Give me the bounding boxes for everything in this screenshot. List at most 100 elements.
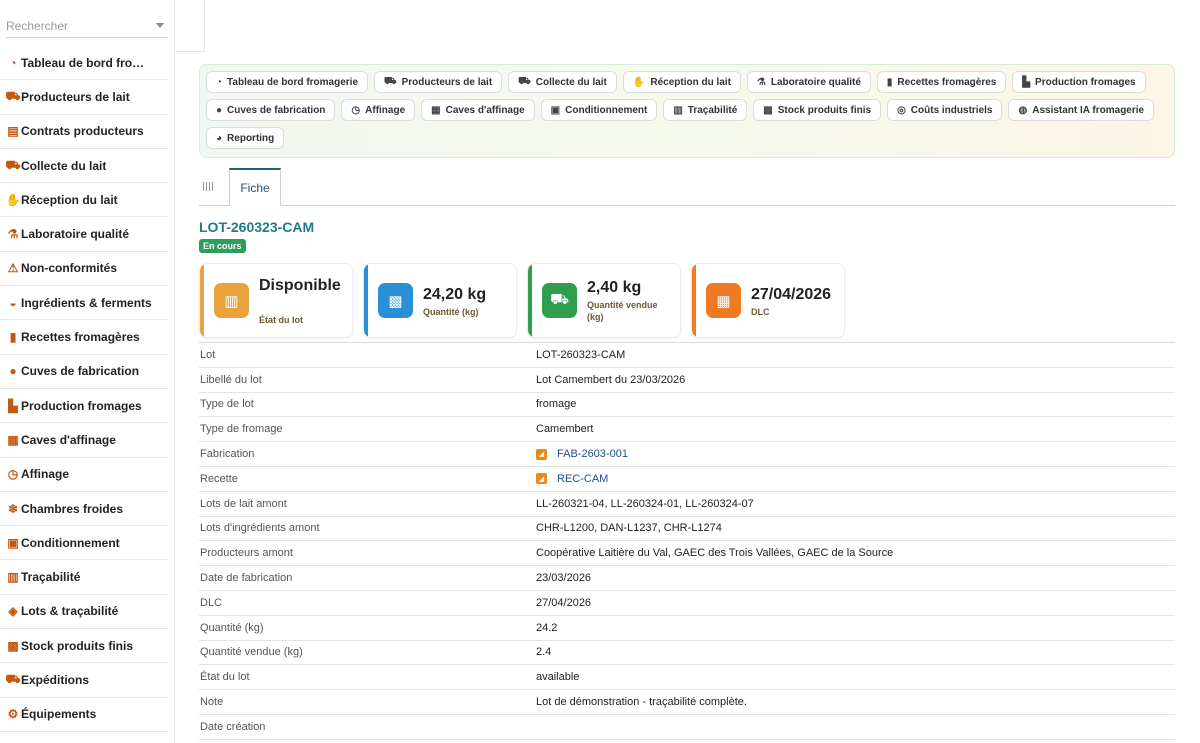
field-link[interactable]: ◢ REC-CAM xyxy=(536,473,608,485)
tab-fiche[interactable]: Fiche xyxy=(229,168,281,206)
sidebar-item[interactable]: ⛟ Producteurs de lait xyxy=(0,80,168,115)
nav-pill[interactable]: ▩ Stock produits finis xyxy=(753,99,882,121)
field-link[interactable]: ◢ FAB-2603-001 xyxy=(536,448,628,460)
drop-icon: ● xyxy=(216,104,223,116)
sidebar-item[interactable]: ⚠ Non-conformités xyxy=(0,252,168,287)
table-row: Lot LOT-260323-CAM xyxy=(199,343,1175,368)
field-label: Lot xyxy=(200,348,216,361)
snowflake-icon: ❄ xyxy=(7,501,19,516)
sidebar-item[interactable]: ◈ Lots & traçabilité xyxy=(0,595,168,630)
field-value: LOT-260323-CAM xyxy=(536,348,626,361)
list-view-icon[interactable] xyxy=(203,182,215,191)
field-label: État du lot xyxy=(200,671,250,684)
chevron-down-icon[interactable] xyxy=(156,23,164,28)
table-row: DLC 27/04/2026 xyxy=(199,591,1175,616)
field-value: CHR-L1200, DAN-L1237, CHR-L1274 xyxy=(536,522,722,535)
sidebar-item[interactable]: ❄ Chambres froides xyxy=(0,492,168,527)
nav-pill-label: Traçabilité xyxy=(687,104,738,116)
nav-pill-label: Recettes fromagères xyxy=(897,76,997,88)
sidebar-item-label: Lots & traçabilité xyxy=(21,604,119,619)
field-value: Camembert xyxy=(536,423,594,436)
field-link-text[interactable]: FAB-2603-001 xyxy=(557,448,628,460)
field-link-text[interactable]: REC-CAM xyxy=(557,473,608,485)
warehouse-icon: ▦ xyxy=(7,432,19,447)
sidebar-item[interactable]: ▦ Caves d'affinage xyxy=(0,423,168,458)
table-row: Type de lot fromage xyxy=(199,393,1175,418)
barcode-icon: ▥ xyxy=(673,104,683,116)
sidebar-item[interactable]: ▮ Recettes fromagères xyxy=(0,320,168,355)
field-label: Note xyxy=(200,696,224,709)
nav-pill-label: Coûts industriels xyxy=(910,104,993,116)
stat-card: ⛟ 2,40 kg Quantité vendue (kg) xyxy=(527,263,681,338)
field-label: Recette xyxy=(200,472,238,485)
sidebar-item-label: Contrats producteurs xyxy=(21,124,144,139)
search-input[interactable]: Rechercher xyxy=(6,14,168,38)
tab-bar: Fiche xyxy=(199,168,1175,206)
sidebar-item[interactable]: ▤ Contrats producteurs xyxy=(0,115,168,149)
sidebar-item[interactable]: ▥ Traçabilité xyxy=(0,560,168,595)
table-row: Lots de lait amont LL-260321-04, LL-26032… xyxy=(199,492,1175,517)
field-value: fromage xyxy=(536,398,577,411)
field-value: 23/03/2026 xyxy=(536,572,592,585)
sidebar-item[interactable]: ◔ Tableau de bord fro… xyxy=(0,46,168,81)
nav-pill[interactable]: ▙ Production fromages xyxy=(1012,71,1146,93)
nav-pill[interactable]: ▦ Caves d'affinage xyxy=(421,99,535,121)
card-accent-bar xyxy=(692,264,696,337)
field-value: Lot de démonstration - traçabilité compl… xyxy=(536,696,747,709)
nav-pill[interactable]: ✋ Réception du lait xyxy=(622,71,741,93)
hand-icon: ✋ xyxy=(632,76,646,88)
table-row: Quantité vendue (kg) 2.4 xyxy=(199,641,1175,666)
dashboard-icon: ◔ xyxy=(216,76,223,88)
clock-icon: ◷ xyxy=(351,104,361,116)
detail-table: Lot LOT-260323-CAM Libellé du lot Lot Camem… xyxy=(199,342,1175,740)
sidebar-item[interactable]: ◷ Affinage xyxy=(0,458,168,492)
sidebar-item[interactable]: ▩ Stock produits finis xyxy=(0,629,168,664)
boxes-icon: ▩ xyxy=(7,638,19,653)
book-icon: ▮ xyxy=(886,76,893,88)
nav-pill[interactable]: ⚗ Laboratoire qualité xyxy=(746,71,871,93)
nav-pill[interactable]: ● Cuves de fabrication xyxy=(206,99,336,121)
sidebar: Rechercher ◔ Tableau de bord fro… ⛟ Product… xyxy=(0,0,175,743)
nav-pill[interactable]: ◎ Coûts industriels xyxy=(887,99,1003,121)
tags-icon: ◈ xyxy=(8,604,18,619)
sidebar-item[interactable]: ⚙ Équipements xyxy=(0,698,168,732)
table-row: Lots d'ingrédients amont CHR-L1200, DAN-L… xyxy=(199,517,1175,542)
nav-pill-label: Reporting xyxy=(227,132,275,144)
sidebar-item[interactable]: ▣ Conditionnement xyxy=(0,526,168,561)
table-row: Quantité (kg) 24.2 xyxy=(199,616,1175,641)
field-value: LL-260321-04, LL-260324-01, LL-260324-07 xyxy=(536,497,754,510)
nav-pill[interactable]: ◍ Assistant IA fromagerie xyxy=(1008,99,1155,121)
nav-pill[interactable]: ▣ Conditionnement xyxy=(540,99,658,121)
table-row: Recette ◢ REC-CAM xyxy=(199,467,1175,492)
sidebar-item[interactable]: ▙ Production fromages xyxy=(0,389,168,424)
boxes-icon: ▩ xyxy=(763,104,773,116)
boxes-icon: ▩ xyxy=(378,283,413,318)
sidebar-item[interactable]: ⛟ Expéditions xyxy=(0,663,168,698)
nav-pill[interactable]: ◕ Reporting xyxy=(206,127,285,149)
nav-pill[interactable]: ◷ Affinage xyxy=(341,99,416,121)
sidebar-item[interactable]: ⛟ Collecte du lait xyxy=(0,149,168,184)
stat-value: 2,40 kg xyxy=(587,279,642,296)
nav-pill[interactable]: ⛟ Collecte du lait xyxy=(508,71,617,93)
barcode-icon: ▥ xyxy=(7,570,19,585)
sidebar-item[interactable]: ⚗ Laboratoire qualité xyxy=(0,217,168,252)
sidebar-item[interactable]: ✋ Réception du lait xyxy=(0,183,168,218)
stat-value: 27/04/2026 xyxy=(751,286,832,303)
status-badge: En cours xyxy=(199,239,246,253)
nav-pill[interactable]: ▥ Traçabilité xyxy=(663,99,748,121)
sidebar-item-label: Collecte du lait xyxy=(21,158,107,173)
nav-pill[interactable]: ◔ Tableau de bord fromagerie xyxy=(206,71,368,93)
table-row: Fabrication ◢ FAB-2603-001 xyxy=(199,442,1175,467)
truck-icon: ⛟ xyxy=(518,75,531,87)
table-row: Date de fabrication 23/03/2026 xyxy=(199,566,1175,591)
nav-pill[interactable]: ▮ Recettes fromagères xyxy=(876,71,1007,93)
sidebar-item-label: Stock produits finis xyxy=(21,638,134,653)
field-label: Date création xyxy=(200,720,266,733)
search-placeholder: Rechercher xyxy=(6,19,69,33)
truck-icon: ⛟ xyxy=(5,157,21,172)
nav-pill[interactable]: ⛟ Producteurs de lait xyxy=(374,71,503,93)
field-label: Type de fromage xyxy=(200,423,283,436)
dashboard-icon: ◔ xyxy=(9,55,17,70)
sidebar-item[interactable]: ● Cuves de fabrication xyxy=(0,355,168,389)
sidebar-item[interactable]: ◒ Ingrédients & ferments xyxy=(0,286,168,321)
